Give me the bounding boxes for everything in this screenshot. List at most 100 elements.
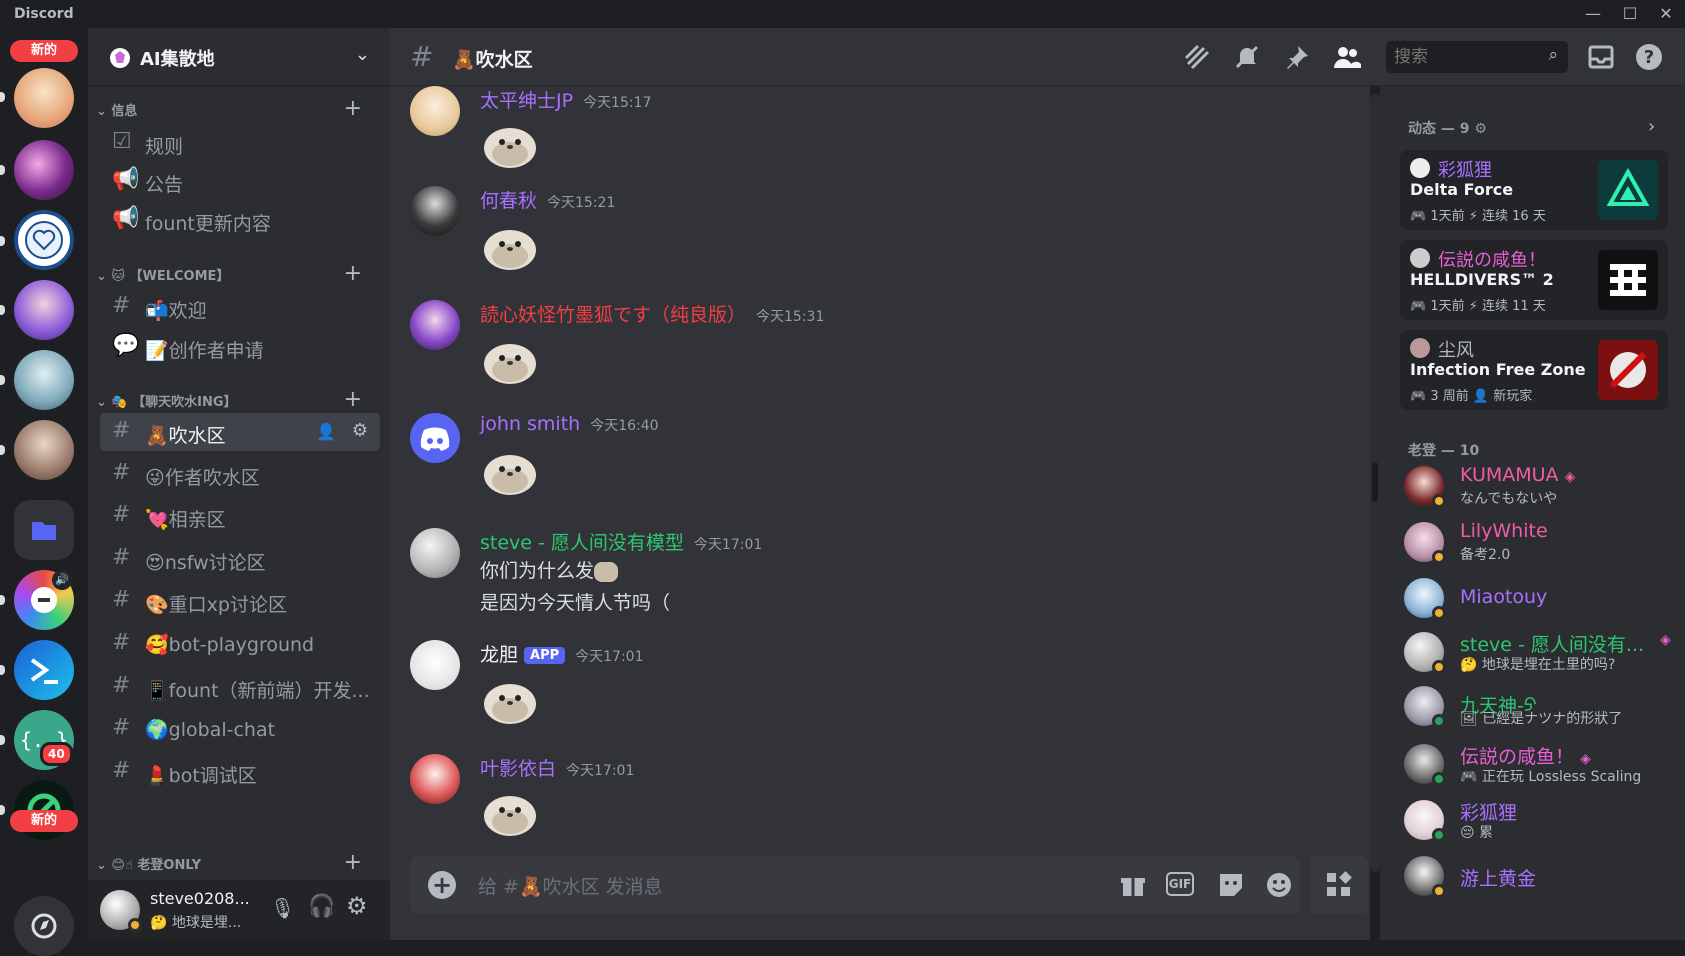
inbox-icon[interactable] <box>1586 42 1616 76</box>
server-icon[interactable] <box>14 68 74 128</box>
author-name[interactable]: 読心妖怪竹墨狐です（纯良版） <box>480 304 746 326</box>
hamster-sticker[interactable] <box>480 330 540 390</box>
unread-pill <box>0 665 5 675</box>
title-bar: Discord — ☐ ✕ <box>0 0 1685 28</box>
help-icon[interactable]: ? <box>1634 42 1664 76</box>
composer-placeholder[interactable]: 给 #🧸吹水区 发消息 <box>478 872 663 899</box>
avatar[interactable] <box>410 640 460 690</box>
gear-icon[interactable]: ⚙ <box>352 420 368 441</box>
gear-icon[interactable]: ⚙ <box>1474 121 1487 137</box>
gif-icon[interactable]: GIF <box>1166 872 1194 896</box>
channel-rules[interactable]: ☑ 规则 <box>100 124 380 162</box>
member-item[interactable]: 伝説の咸鱼！ ◈ 🎮 正在玩 Lossless Scaling <box>1404 738 1674 794</box>
hamster-sticker[interactable] <box>480 670 540 730</box>
settings-gear-icon[interactable]: ⚙ <box>346 892 368 920</box>
author-name[interactable]: 太平绅士JP <box>480 90 573 112</box>
channel-nsfw[interactable]: # 😍nsfw讨论区 <box>100 540 380 578</box>
add-channel-icon[interactable]: + <box>344 387 362 412</box>
threads-icon[interactable] <box>1182 42 1212 78</box>
channel-creator-apply[interactable]: 💬 📝创作者申请 <box>100 328 380 366</box>
upload-plus-icon[interactable]: + <box>428 871 456 899</box>
author-name[interactable]: 叶影依白 <box>480 758 556 780</box>
avatar[interactable] <box>410 528 460 578</box>
channel-bot-playground[interactable]: # 🥰bot-playground <box>100 625 380 663</box>
channel-bot-debug[interactable]: # 💄bot调试区 <box>100 753 380 791</box>
activity-user: 尘风 <box>1438 340 1474 361</box>
add-channel-icon[interactable]: + <box>344 261 362 286</box>
avatar[interactable] <box>410 300 460 350</box>
channel-xp[interactable]: # 🎨重口xp讨论区 <box>100 582 380 620</box>
channel-chitchat[interactable]: # 🧸吹水区 👤 ⚙ <box>100 413 380 451</box>
channel-welcome[interactable]: # 📬欢迎 <box>100 288 380 326</box>
emoji-icon[interactable] <box>1264 870 1294 904</box>
hamster-sticker[interactable] <box>480 441 540 501</box>
server-icon[interactable] <box>14 140 74 200</box>
server-header[interactable]: AI集散地 ⌄ <box>88 28 390 86</box>
avatar[interactable] <box>410 186 460 236</box>
avatar[interactable] <box>410 86 460 136</box>
minimize-icon[interactable]: — <box>1575 2 1611 26</box>
member-status: 🎮 正在玩 Lossless Scaling <box>1460 769 1642 785</box>
channel-dating[interactable]: # 💘相亲区 <box>100 497 380 535</box>
activity-card[interactable]: 伝説の咸鱼！ HELLDIVERS™ 2 🎮 1天前 ⚡ 连续 11 天 <box>1400 240 1668 320</box>
channel-author-chat[interactable]: # 😜作者吹水区 <box>100 455 380 493</box>
channel-fount-dev[interactable]: # 📱fount（新前端）开发... <box>100 668 380 706</box>
hamster-sticker[interactable] <box>480 114 540 174</box>
server-icon[interactable] <box>14 350 74 410</box>
channel-global-chat[interactable]: # 🌍global-chat <box>100 710 380 748</box>
pin-icon[interactable] <box>1282 42 1312 76</box>
member-item[interactable]: 彩狐狸 😔 累 <box>1404 794 1674 850</box>
message-header: john smith 今天16:40 <box>480 413 659 435</box>
author-name[interactable]: 龙胆 <box>480 644 518 666</box>
category-chat[interactable]: ⌄ 🎭 【聊天吹水ING】 + <box>96 387 376 412</box>
activity-card[interactable]: 尘风 Infection Free Zone 🎮 3 周前 👤 新玩家 <box>1400 330 1668 410</box>
channel-header: # 🧸吹水区 ⌕ ? <box>390 28 1685 86</box>
avatar[interactable] <box>410 413 460 463</box>
microphone-icon[interactable]: 🎙 <box>270 896 295 920</box>
invite-icon[interactable]: 👤 <box>316 422 336 441</box>
scrollbar-thumb[interactable] <box>1372 462 1378 502</box>
category-info[interactable]: ⌄ 信息 + <box>96 96 376 121</box>
discover-button[interactable] <box>14 896 74 956</box>
author-name[interactable]: steve - 愿人间没有模型 <box>480 532 684 554</box>
chevron-right-icon[interactable]: › <box>1648 116 1655 137</box>
activity-card[interactable]: 彩狐狸 Delta Force 🎮 1天前 ⚡ 连续 16 天 <box>1400 150 1668 230</box>
message-composer[interactable]: + 给 #🧸吹水区 发消息 GIF <box>410 856 1300 914</box>
notification-bell-muted-icon[interactable] <box>1232 42 1262 76</box>
member-item[interactable]: Miaotouy <box>1404 572 1674 628</box>
members-icon[interactable] <box>1332 42 1362 76</box>
search-input[interactable] <box>1394 45 1534 69</box>
custom-status: 🤔 地球是埋... <box>150 915 242 931</box>
chevron-down-icon[interactable]: ⌄ <box>355 44 370 65</box>
channel-announcements[interactable]: 📢 公告 <box>100 162 380 200</box>
server-folder[interactable] <box>14 500 74 560</box>
hamster-sticker[interactable] <box>480 782 540 842</box>
hamster-sticker[interactable] <box>480 216 540 276</box>
add-channel-icon[interactable]: + <box>344 850 362 875</box>
maximize-icon[interactable]: ☐ <box>1612 2 1648 26</box>
message-header: 叶影依白 今天17:01 <box>480 754 634 781</box>
search-box[interactable]: ⌕ <box>1386 41 1568 73</box>
apps-button[interactable] <box>1310 856 1368 914</box>
add-channel-icon[interactable]: + <box>344 96 362 121</box>
member-item[interactable]: steve - 愿人间没有... ◈ 🤔 地球是埋在土里的吗? <box>1404 626 1674 682</box>
member-item[interactable]: LilyWhite 备考2.0 <box>1404 516 1674 572</box>
category-veterans[interactable]: ⌄ 😊☝ 老登ONLY + <box>96 850 376 875</box>
headphones-icon[interactable]: 🎧 <box>308 894 335 919</box>
close-icon[interactable]: ✕ <box>1648 2 1684 26</box>
timestamp: 今天16:40 <box>590 418 659 434</box>
author-name[interactable]: 何春秋 <box>480 190 537 212</box>
server-icon[interactable] <box>14 280 74 340</box>
server-icon[interactable] <box>14 420 74 480</box>
channel-fount-updates[interactable]: 📢 fount更新内容 <box>100 201 380 239</box>
server-icon[interactable] <box>14 210 74 270</box>
author-name[interactable]: john smith <box>480 413 580 435</box>
gift-icon[interactable] <box>1118 870 1148 904</box>
member-item[interactable]: 九天神-ᠫ 🖼 已經是ナツナ的形狀了 <box>1404 680 1674 736</box>
member-item[interactable]: 游上黄金 <box>1404 850 1674 906</box>
avatar[interactable] <box>410 754 460 804</box>
member-item[interactable]: KUMAMUA ◈ なんでもないや <box>1404 460 1674 516</box>
sticker-icon[interactable] <box>1216 870 1246 904</box>
server-icon[interactable] <box>14 640 74 700</box>
category-welcome[interactable]: ⌄ 🐱 【WELCOME】 + <box>96 261 376 286</box>
